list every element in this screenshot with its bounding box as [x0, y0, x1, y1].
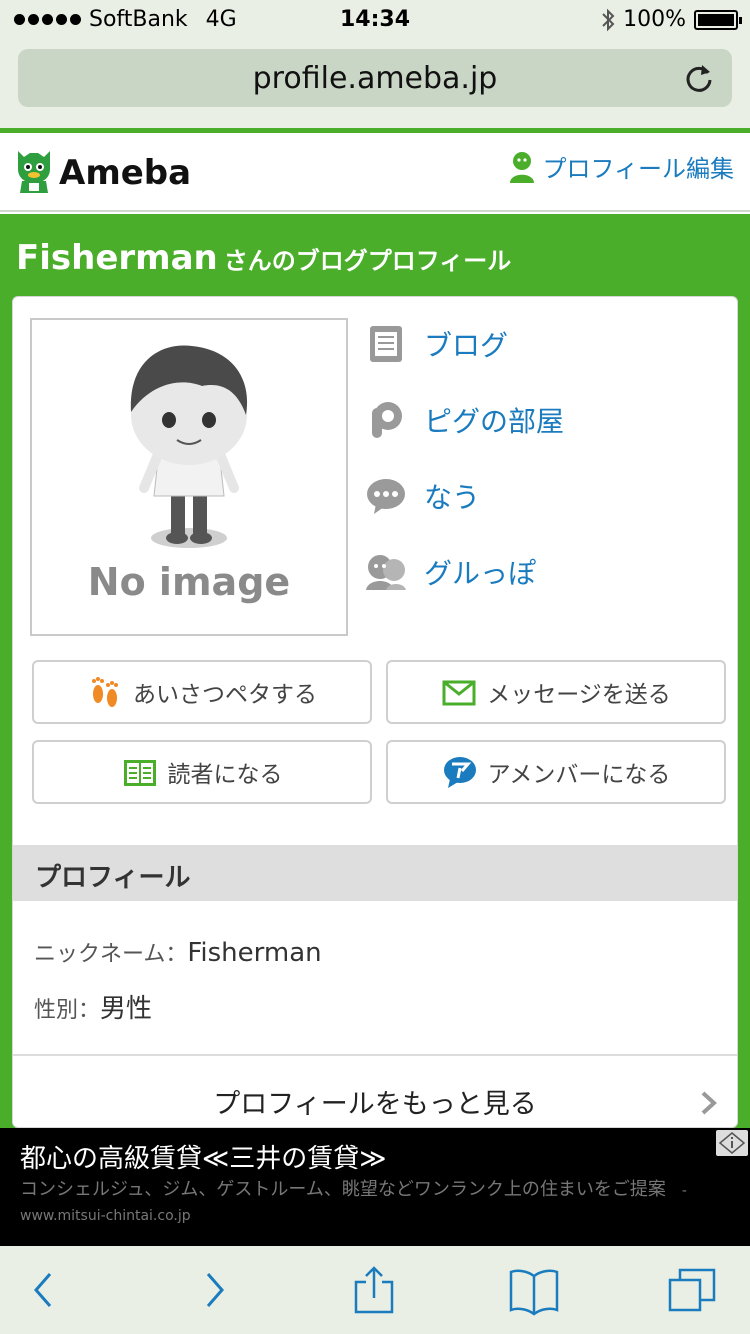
send-message-label[interactable]: メッセージを送る [487, 675, 671, 709]
ad-description[interactable]: コンシェルジュ、ジム、ゲストルーム、眺望などワンランク上の住まいをご提案 - ww… [20, 1178, 720, 1228]
ad-info-icon[interactable] [716, 1130, 748, 1156]
no-image-label: No image [87, 560, 291, 604]
status-bar: SoftBank 4G 14:34 100% [0, 0, 750, 40]
amember-icon [443, 757, 476, 788]
url-text[interactable]: profile.ameba.jp [18, 61, 732, 96]
ad-title[interactable]: 都心の高級賃貸≪三井の賃貸≫ [20, 1138, 386, 1175]
ameba-logo-text[interactable]: Ameba [59, 153, 191, 193]
reload-icon[interactable] [682, 61, 716, 95]
link-now-label[interactable]: なう [424, 476, 480, 516]
back-icon[interactable] [20, 1264, 72, 1316]
user-name: Fisherman [16, 238, 218, 278]
share-icon[interactable] [348, 1264, 400, 1316]
bluetooth-icon [602, 8, 615, 31]
ad-banner[interactable]: 都心の高級賃貸≪三井の賃貸≫ コンシェルジュ、ジム、ゲストルーム、眺望などワンラ… [0, 1128, 750, 1246]
link-pigg-room[interactable]: ピグの部屋 [366, 400, 564, 440]
link-group-label[interactable]: グルっぽ [424, 552, 536, 592]
nickname-row: ニックネーム：Fisherman [34, 936, 322, 968]
profile-heading: プロフィール [35, 863, 191, 893]
battery-icon [694, 9, 742, 30]
become-amember-button[interactable]: アメンバーになる [386, 740, 726, 804]
send-message-button[interactable]: メッセージを送る [386, 660, 726, 724]
browser-chrome: profile.ameba.jp [0, 40, 750, 128]
link-group[interactable]: グルっぽ [366, 552, 536, 592]
address-bar[interactable]: profile.ameba.jp [18, 49, 732, 107]
link-pigg-label[interactable]: ピグの部屋 [424, 400, 564, 440]
nickname-label: ニックネーム： [34, 942, 188, 967]
become-reader-button[interactable]: 読者になる [32, 740, 372, 804]
battery-percent: 100% [623, 7, 686, 32]
avatar: No image [30, 318, 348, 636]
become-amember-label[interactable]: アメンバーになる [488, 755, 671, 789]
footprints-icon [92, 677, 118, 707]
book-icon [123, 760, 156, 786]
status-right: 100% [601, 7, 742, 32]
blog-icon [370, 326, 402, 362]
forward-icon[interactable] [186, 1264, 238, 1316]
mail-icon [442, 680, 476, 706]
now-icon [367, 479, 405, 514]
greet-peta-button[interactable]: あいさつペタする [32, 660, 372, 724]
page-title-suffix: さんのブログプロフィール [223, 247, 512, 275]
browser-toolbar [0, 1246, 750, 1334]
user-icon [510, 151, 535, 183]
become-reader-label[interactable]: 読者になる [168, 755, 283, 789]
info-icon [718, 1132, 746, 1154]
page-title: Fisherman さんのブログプロフィール [16, 238, 511, 278]
ad-description-text[interactable]: コンシェルジュ、ジム、ゲストルーム、眺望などワンランク上の住まいをご提案 [20, 1179, 666, 1200]
profile-section-header: プロフィール [13, 845, 737, 901]
chevron-right-icon[interactable] [700, 1090, 718, 1116]
more-profile-link[interactable]: プロフィールをもっと見る [0, 1082, 750, 1121]
tabs-icon[interactable] [666, 1264, 718, 1316]
link-blog-label[interactable]: ブログ [424, 324, 508, 364]
group-icon [366, 555, 406, 590]
ameba-logo-icon[interactable] [14, 147, 54, 195]
bookmarks-icon[interactable] [508, 1264, 560, 1316]
profile-edit-link[interactable]: プロフィール編集 [508, 149, 734, 184]
gender-row: 性別：男性 [34, 988, 152, 1025]
link-blog[interactable]: ブログ [366, 324, 508, 364]
pigg-icon [372, 402, 402, 438]
gender-label: 性別： [34, 998, 101, 1023]
site-header: Ameba プロフィール編集 [0, 133, 750, 212]
gender-value: 男性 [100, 994, 153, 1024]
link-now[interactable]: なう [366, 476, 480, 516]
greet-peta-label[interactable]: あいさつペタする [133, 675, 317, 709]
nickname-value: Fisherman [187, 938, 322, 968]
section-divider [13, 1054, 737, 1056]
profile-edit-label[interactable]: プロフィール編集 [542, 149, 734, 184]
